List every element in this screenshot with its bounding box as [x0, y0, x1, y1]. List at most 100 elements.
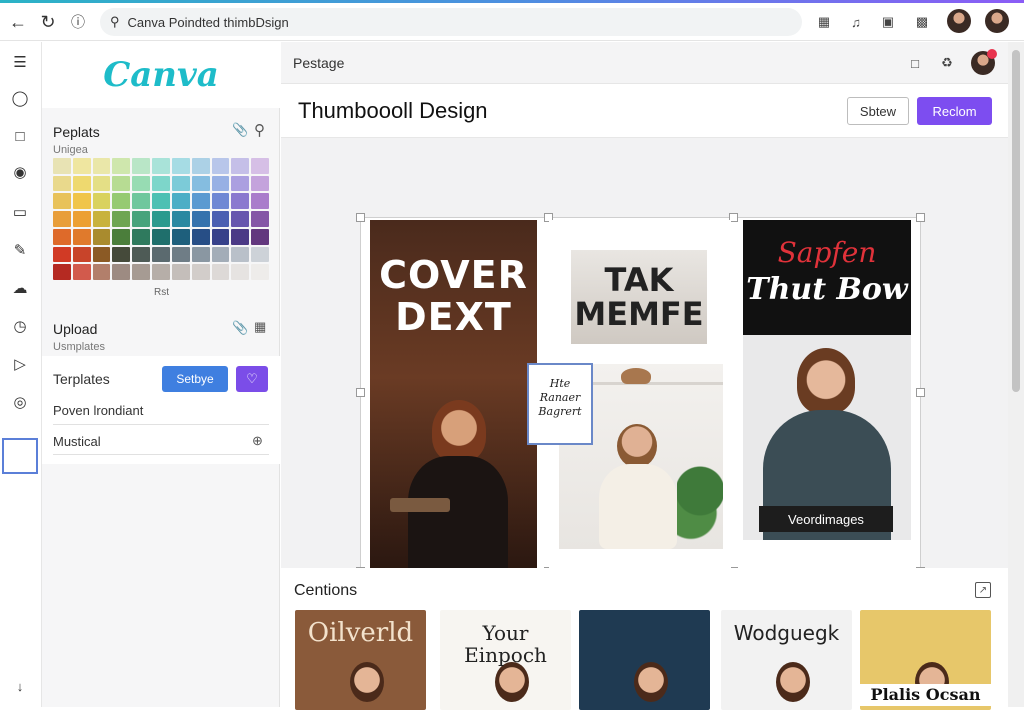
color-swatch[interactable] — [92, 246, 111, 263]
color-swatch[interactable] — [251, 193, 269, 210]
scrollbar[interactable] — [1008, 42, 1024, 707]
reload-icon[interactable]: ↻ — [36, 10, 60, 34]
bookmark-icon[interactable]: ▩ — [912, 12, 932, 32]
sticky-note[interactable]: Hte Ranaer Bagrert — [527, 363, 593, 445]
color-swatch[interactable] — [112, 158, 131, 174]
color-swatch[interactable] — [152, 193, 170, 210]
color-swatch[interactable] — [211, 175, 230, 192]
color-swatch[interactable] — [53, 246, 71, 263]
download-icon[interactable]: ↓ — [10, 676, 30, 696]
timer-icon[interactable]: ◷ — [10, 316, 30, 336]
color-swatch[interactable] — [72, 228, 91, 245]
color-swatch[interactable] — [72, 193, 91, 210]
color-swatch[interactable] — [191, 246, 210, 263]
elements-icon[interactable]: ◉ — [10, 162, 30, 182]
color-swatch[interactable] — [211, 211, 230, 227]
color-swatch[interactable] — [152, 158, 170, 174]
color-swatch[interactable] — [191, 228, 210, 245]
video-tool-icon[interactable]: ▷ — [10, 354, 30, 374]
selected-tool-slot[interactable] — [2, 438, 38, 474]
color-swatch[interactable] — [211, 264, 230, 280]
color-swatch[interactable] — [72, 246, 91, 263]
caption-thumbnail[interactable]: Wodguegk — [721, 610, 852, 710]
attach-icon[interactable]: 📎 — [232, 320, 248, 336]
color-swatch[interactable] — [171, 175, 190, 192]
color-swatch[interactable] — [171, 158, 190, 174]
color-swatch[interactable] — [92, 175, 111, 192]
info-icon[interactable]: ⓘ — [66, 10, 90, 34]
color-swatch[interactable] — [92, 228, 111, 245]
color-swatch[interactable] — [191, 264, 210, 280]
color-swatch[interactable] — [92, 211, 111, 227]
attach-icon[interactable]: 📎 — [232, 122, 248, 138]
design-canvas[interactable]: COVER DEXT TAK MEMFE Sapfen Thut Bow Veo… — [281, 138, 1008, 576]
color-swatch[interactable] — [53, 175, 71, 192]
pen-tool-icon[interactable]: ✎ — [10, 240, 30, 260]
breadcrumb[interactable]: Pestage — [293, 55, 344, 71]
address-bar[interactable]: ⚲ Canva Poindted thimbDsign — [100, 8, 802, 36]
color-swatch[interactable] — [112, 228, 131, 245]
color-swatch[interactable] — [132, 228, 151, 245]
color-swatch[interactable] — [152, 264, 170, 280]
camera-icon[interactable]: ◎ — [10, 392, 30, 412]
resize-handle[interactable] — [356, 388, 365, 397]
share-button[interactable]: Sbtew — [847, 97, 909, 125]
color-swatch[interactable] — [191, 211, 210, 227]
window-icon[interactable]: □ — [905, 53, 925, 73]
color-swatch[interactable] — [53, 264, 71, 280]
color-swatch[interactable] — [171, 193, 190, 210]
scrollbar-thumb[interactable] — [1012, 50, 1020, 392]
pin-icon[interactable]: ♫ — [846, 12, 866, 32]
cloud-upload-icon[interactable]: ☁ — [10, 278, 30, 298]
color-swatch[interactable] — [92, 264, 111, 280]
color-swatch[interactable] — [231, 264, 250, 280]
account-avatar[interactable] — [985, 9, 1009, 33]
color-swatch[interactable] — [171, 264, 190, 280]
color-swatch[interactable] — [211, 158, 230, 174]
color-swatch[interactable] — [132, 246, 151, 263]
crosshair-icon[interactable]: ⊕ — [252, 433, 263, 449]
share-icon[interactable]: ♻ — [937, 53, 957, 73]
color-swatch[interactable] — [191, 175, 210, 192]
color-swatch[interactable] — [211, 193, 230, 210]
color-swatch[interactable] — [72, 264, 91, 280]
color-swatch[interactable] — [112, 175, 131, 192]
color-swatch[interactable] — [191, 158, 210, 174]
circle-tool-icon[interactable]: ◯ — [10, 88, 30, 108]
square-tool-icon[interactable]: □ — [10, 126, 30, 146]
caption-thumbnail[interactable]: Plalis Ocsan — [860, 610, 991, 710]
cover-card[interactable]: COVER DEXT — [370, 220, 537, 570]
color-swatch[interactable] — [171, 211, 190, 227]
color-swatch[interactable] — [53, 228, 71, 245]
resize-handle[interactable] — [916, 213, 925, 222]
color-swatch[interactable] — [92, 158, 111, 174]
color-swatch[interactable] — [251, 246, 269, 263]
color-swatch[interactable] — [251, 175, 269, 192]
color-swatch[interactable] — [112, 264, 131, 280]
profile-avatar[interactable] — [947, 9, 971, 33]
primary-action-button[interactable]: Reclom — [917, 97, 992, 125]
color-palette-grid[interactable] — [53, 158, 269, 280]
caption-thumbnail[interactable]: Your Einpoch — [440, 610, 571, 710]
grid-icon[interactable]: ▦ — [254, 319, 266, 335]
back-icon[interactable]: ← — [6, 10, 30, 34]
color-swatch[interactable] — [251, 264, 269, 280]
color-swatch[interactable] — [132, 211, 151, 227]
portrait-card[interactable]: Sapfen Thut Bow Veordimages — [743, 220, 911, 540]
color-swatch[interactable] — [72, 211, 91, 227]
color-swatch[interactable] — [152, 175, 170, 192]
extension-icon[interactable]: ▦ — [814, 12, 834, 32]
search-panel-icon[interactable]: ⚲ — [254, 121, 265, 139]
settings-button[interactable]: Setbye — [162, 366, 228, 392]
color-swatch[interactable] — [231, 158, 250, 174]
resize-handle[interactable] — [356, 213, 365, 222]
color-swatch[interactable] — [152, 211, 170, 227]
color-swatch[interactable] — [211, 246, 230, 263]
color-swatch[interactable] — [53, 193, 71, 210]
option-row-gradient[interactable]: Poven lrondiant — [53, 403, 143, 418]
caption-thumbnail[interactable] — [579, 610, 710, 710]
color-swatch[interactable] — [112, 211, 131, 227]
frame-tool-icon[interactable]: ▭ — [10, 202, 30, 222]
color-swatch[interactable] — [132, 264, 151, 280]
option-row-musical[interactable]: Mustical — [53, 434, 101, 449]
